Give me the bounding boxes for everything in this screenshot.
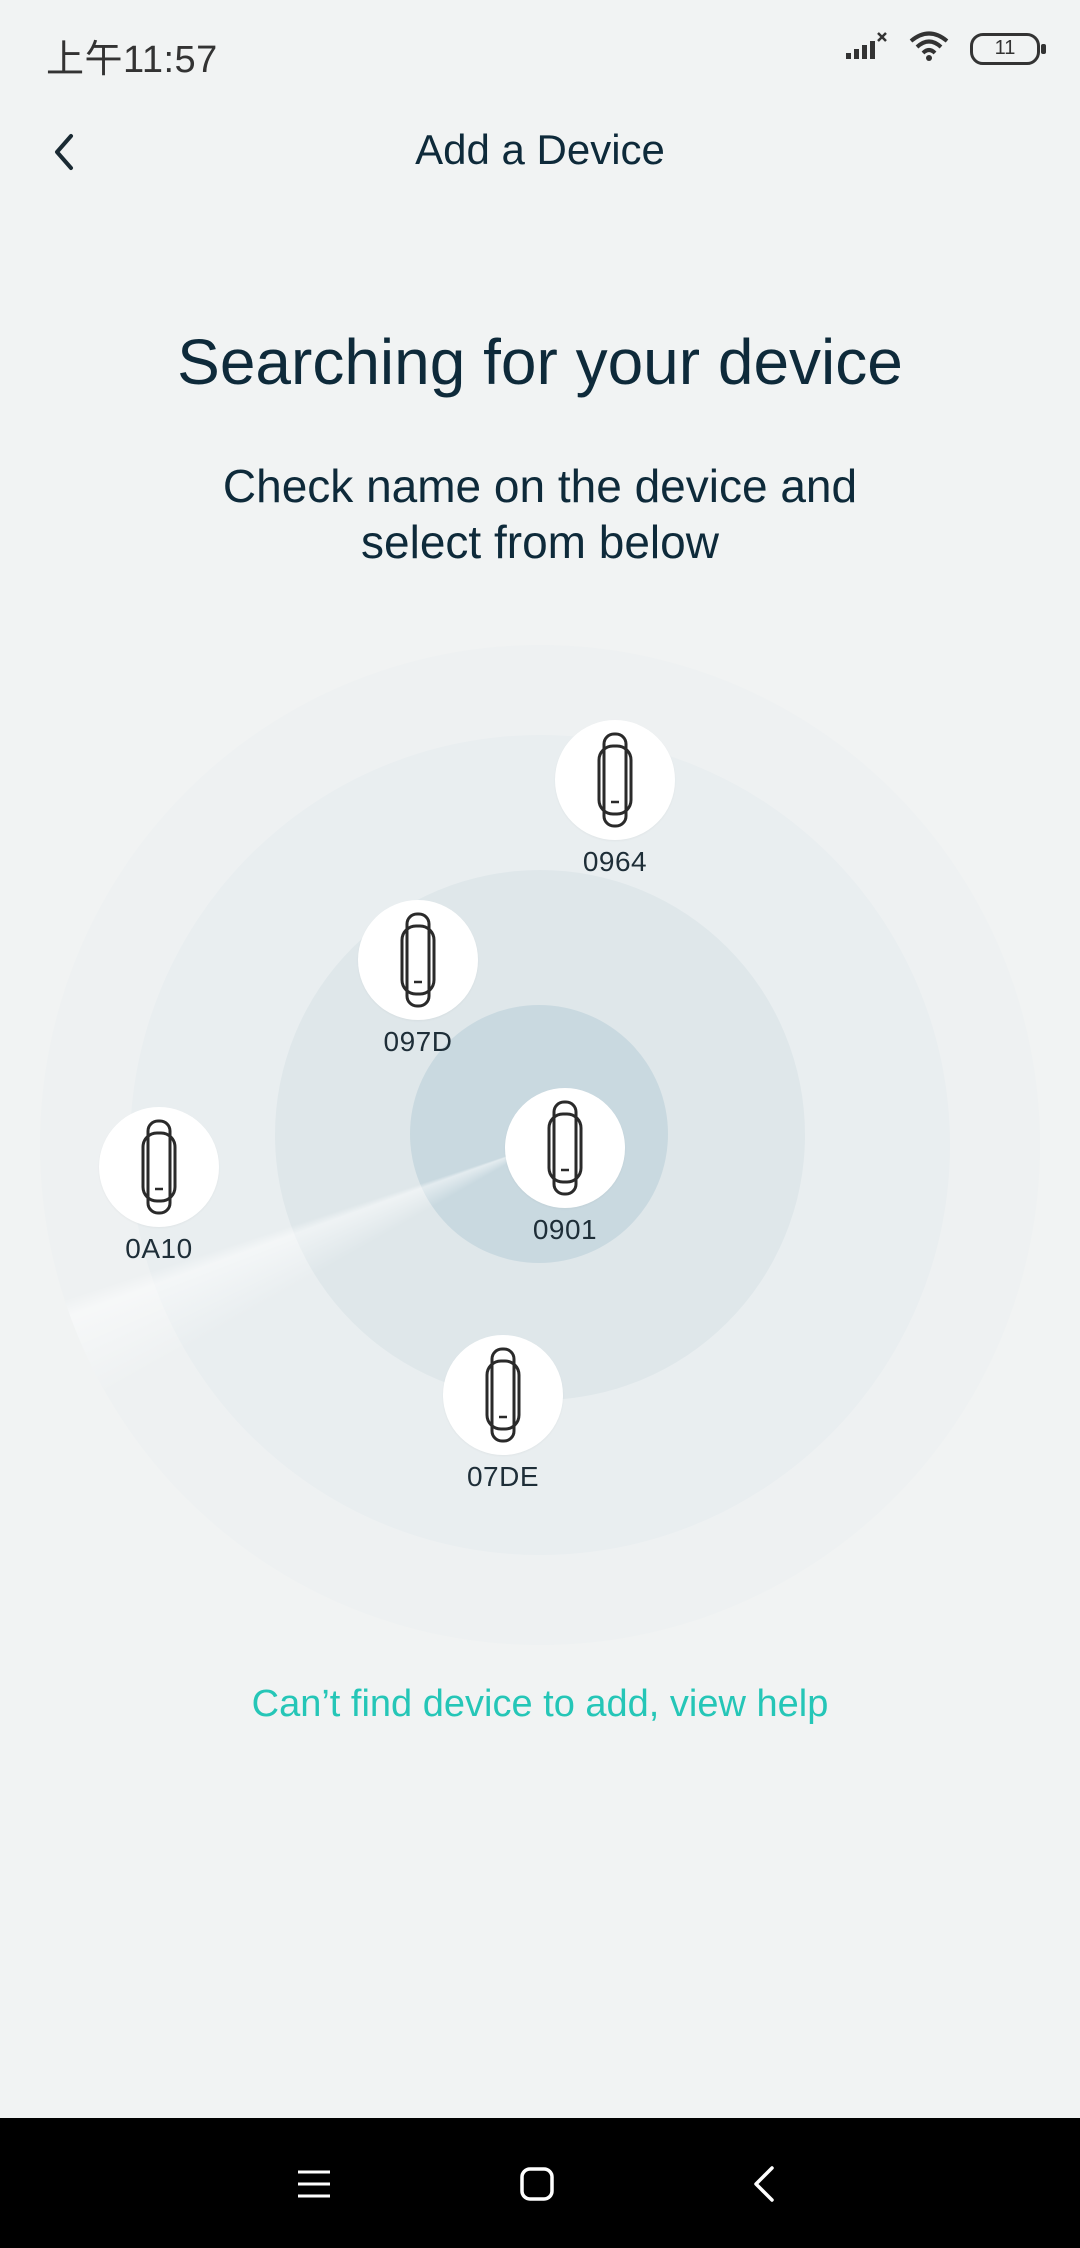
band-icon bbox=[141, 1119, 177, 1215]
system-nav-bar bbox=[0, 2118, 1080, 2248]
device-0901[interactable]: 0901 bbox=[490, 1088, 640, 1246]
device-0964[interactable]: 0964 bbox=[540, 720, 690, 878]
main-title: Searching for your device bbox=[177, 326, 903, 398]
instruction-text: Check name on the device and select from… bbox=[222, 460, 858, 568]
device-icon-circle bbox=[358, 900, 478, 1020]
band-icon bbox=[597, 732, 633, 828]
battery-icon: 11 bbox=[970, 32, 1046, 65]
device-label: 07DE bbox=[466, 1461, 540, 1492]
view-help-link[interactable]: Can’t find device to add, view help bbox=[0, 1683, 1080, 1726]
status-icons: 11 bbox=[844, 30, 1046, 67]
device-icon-circle bbox=[443, 1335, 563, 1455]
band-icon bbox=[547, 1100, 583, 1196]
menu-button[interactable] bbox=[284, 2154, 344, 2214]
device-0A10[interactable]: 0A10 bbox=[84, 1107, 234, 1265]
menu-icon bbox=[298, 2170, 330, 2198]
device-label: 097D bbox=[383, 1026, 453, 1057]
status-bar: 上午11:57 11 bbox=[0, 0, 1080, 100]
device-icon-circle bbox=[99, 1107, 219, 1227]
nav-back-button[interactable] bbox=[734, 2154, 794, 2214]
device-097D[interactable]: 097D bbox=[343, 900, 493, 1058]
home-button[interactable] bbox=[507, 2154, 567, 2214]
header: Add a Device bbox=[0, 110, 1080, 190]
device-icon-circle bbox=[505, 1088, 625, 1208]
device-07DE[interactable]: 07DE bbox=[428, 1335, 578, 1493]
device-label: 0901 bbox=[532, 1214, 598, 1245]
back-icon bbox=[754, 2166, 774, 2202]
home-icon bbox=[520, 2167, 554, 2201]
device-icon-circle bbox=[555, 720, 675, 840]
band-icon bbox=[400, 912, 436, 1008]
device-label: 0A10 bbox=[125, 1233, 193, 1264]
page-title: Add a Device bbox=[415, 126, 665, 173]
wifi-icon bbox=[908, 30, 950, 67]
status-time: 上午11:57 bbox=[46, 39, 218, 81]
signal-icon bbox=[844, 31, 888, 66]
device-label: 0964 bbox=[582, 846, 648, 877]
battery-level: 11 bbox=[994, 37, 1016, 59]
band-icon bbox=[485, 1347, 521, 1443]
